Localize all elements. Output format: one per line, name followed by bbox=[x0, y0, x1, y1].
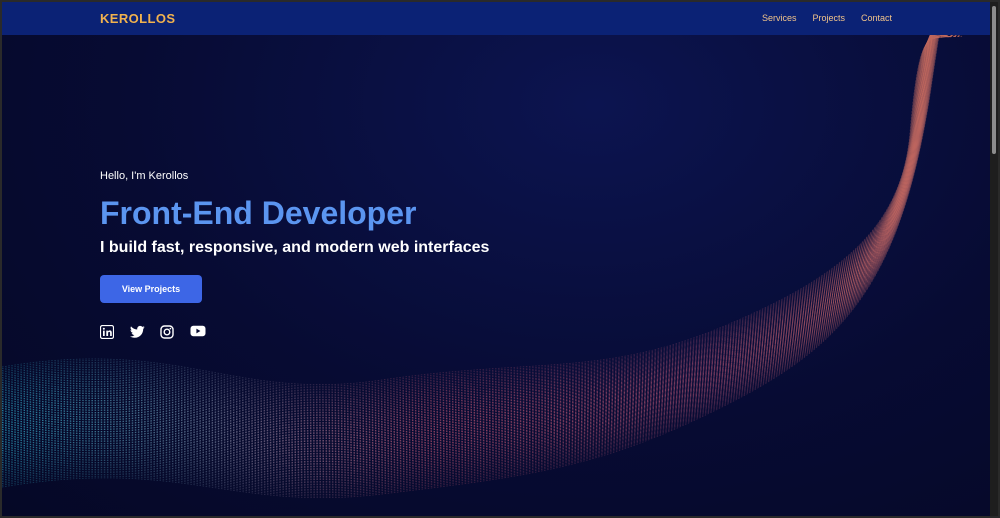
vertical-scrollbar[interactable] bbox=[990, 2, 998, 516]
twitter-icon[interactable] bbox=[130, 325, 145, 339]
hero-section: Hello, I'm Kerollos Front-End Developer … bbox=[100, 170, 489, 339]
nav-links: Services Projects Contact bbox=[762, 13, 892, 23]
page-viewport: KEROLLOS Services Projects Contact Hello… bbox=[2, 2, 990, 516]
instagram-icon[interactable] bbox=[160, 325, 174, 339]
linkedin-icon[interactable] bbox=[100, 325, 114, 339]
top-navbar: KEROLLOS Services Projects Contact bbox=[2, 2, 990, 35]
nav-link-projects[interactable]: Projects bbox=[812, 13, 845, 23]
site-logo[interactable]: KEROLLOS bbox=[100, 11, 175, 26]
nav-link-services[interactable]: Services bbox=[762, 13, 797, 23]
hero-greeting: Hello, I'm Kerollos bbox=[100, 170, 189, 182]
hero-title: Front-End Developer bbox=[100, 195, 417, 231]
nav-link-contact[interactable]: Contact bbox=[861, 13, 892, 23]
view-projects-button[interactable]: View Projects bbox=[100, 275, 202, 303]
social-links bbox=[100, 325, 489, 339]
scrollbar-thumb[interactable] bbox=[992, 6, 996, 154]
youtube-icon[interactable] bbox=[190, 325, 206, 339]
hero-subtitle: I build fast, responsive, and modern web… bbox=[100, 239, 490, 256]
